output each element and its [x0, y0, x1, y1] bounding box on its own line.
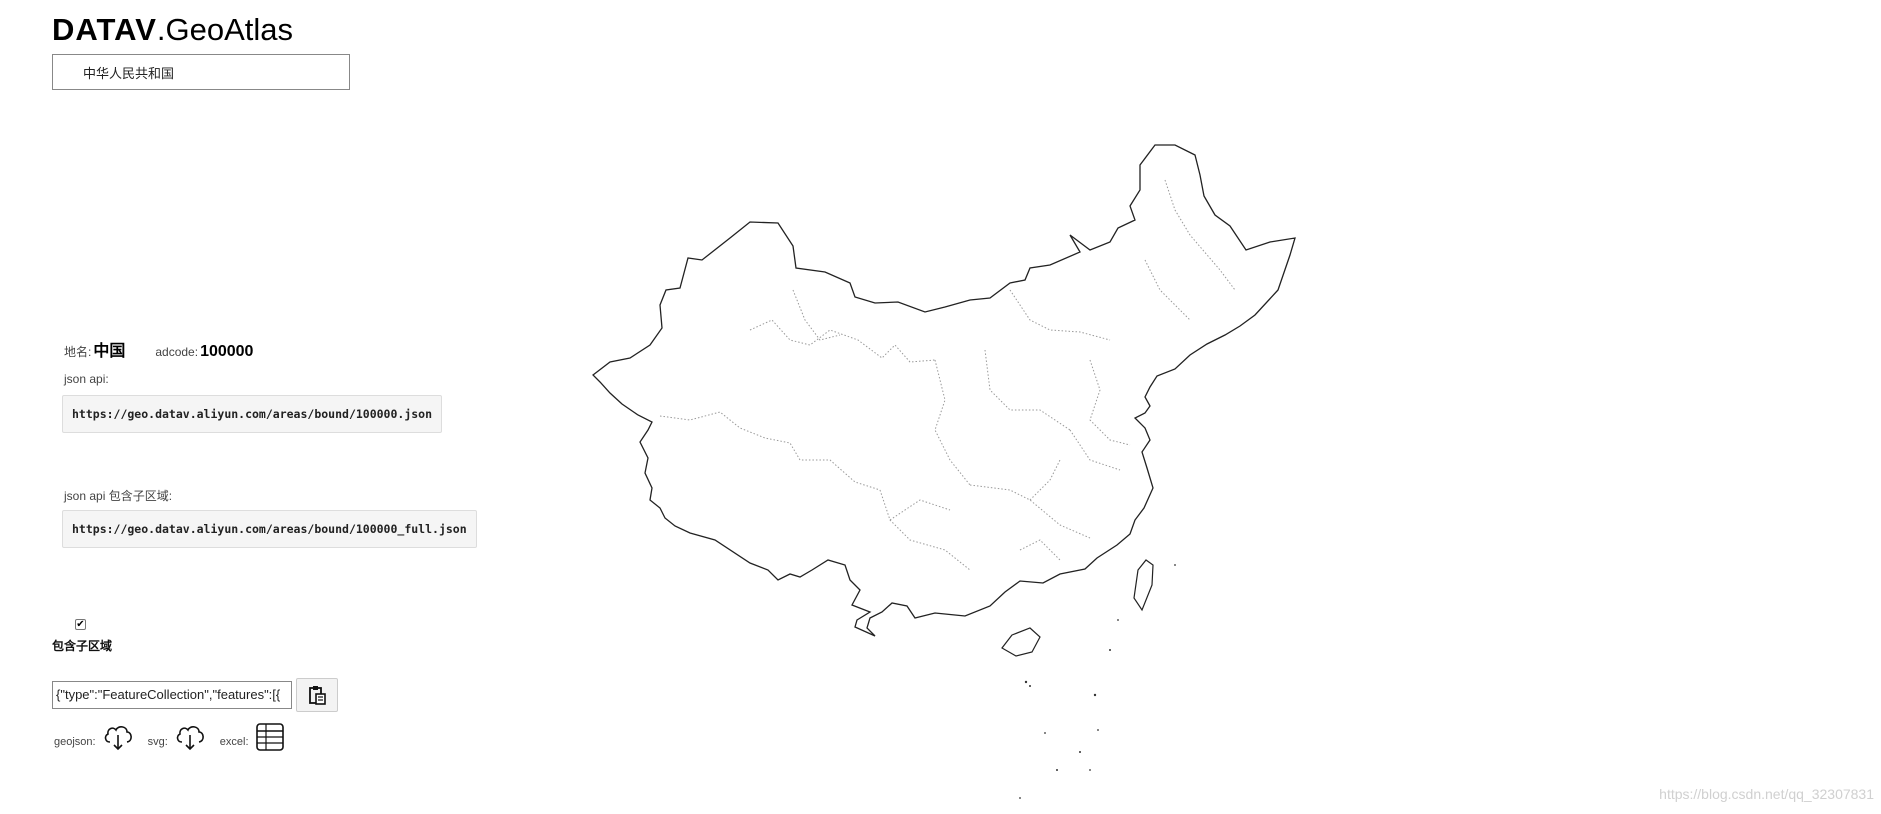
south-sea-islands	[1019, 564, 1176, 799]
include-children-label: 包含子区域	[52, 639, 113, 653]
adcode-label: adcode:	[155, 345, 199, 359]
copy-button[interactable]	[296, 678, 338, 712]
china-outline	[592, 144, 1296, 637]
clipboard-icon	[309, 686, 326, 705]
geoatlas-page: DATAV.GeoAtlas 中华人民共和国 地名: 中国 adcode: 10…	[0, 0, 1881, 814]
json-api-label: json api:	[64, 372, 109, 386]
watermark: https://blog.csdn.net/qq_32307831	[1659, 786, 1874, 802]
download-row: geojson: svg: excel:	[54, 722, 299, 752]
logo-brand: DATAV	[52, 12, 157, 47]
logo: DATAV.GeoAtlas	[52, 12, 293, 48]
json-api-url[interactable]: https://geo.datav.aliyun.com/areas/bound…	[62, 395, 443, 433]
cloud-download-icon	[176, 726, 204, 751]
logo-product: .GeoAtlas	[156, 12, 293, 47]
excel-download-label: excel:	[219, 736, 249, 748]
json-api-full-label: json api 包含子区域:	[64, 489, 173, 503]
region-info: 地名: 中国 adcode: 100000	[64, 337, 253, 361]
cloud-download-icon	[104, 726, 132, 751]
adcode-value: 100000	[200, 343, 254, 360]
taiwan-island	[1133, 559, 1154, 612]
region-selector[interactable]: 中华人民共和国	[52, 54, 350, 90]
hainan-island	[1001, 627, 1041, 657]
json-api-full-url[interactable]: https://geo.datav.aliyun.com/areas/bound…	[62, 510, 477, 548]
china-map-svg	[592, 144, 1296, 799]
province-borders	[659, 179, 1236, 571]
region-selector-value: 中华人民共和国	[83, 65, 175, 81]
svg-download-label: svg:	[147, 736, 168, 748]
geojson-output-field[interactable]: {"type":"FeatureCollection","features":[…	[52, 681, 292, 709]
excel-download-button[interactable]	[255, 722, 285, 752]
name-label: 地名:	[64, 345, 92, 359]
name-value: 中国	[93, 343, 126, 360]
geojson-download-button[interactable]	[102, 722, 134, 752]
geojson-download-label: geojson:	[54, 736, 96, 748]
svg-download-button[interactable]	[174, 722, 206, 752]
table-icon	[255, 723, 284, 751]
include-children-checkbox[interactable]: ✔	[75, 619, 86, 630]
china-map[interactable]	[590, 140, 1300, 805]
